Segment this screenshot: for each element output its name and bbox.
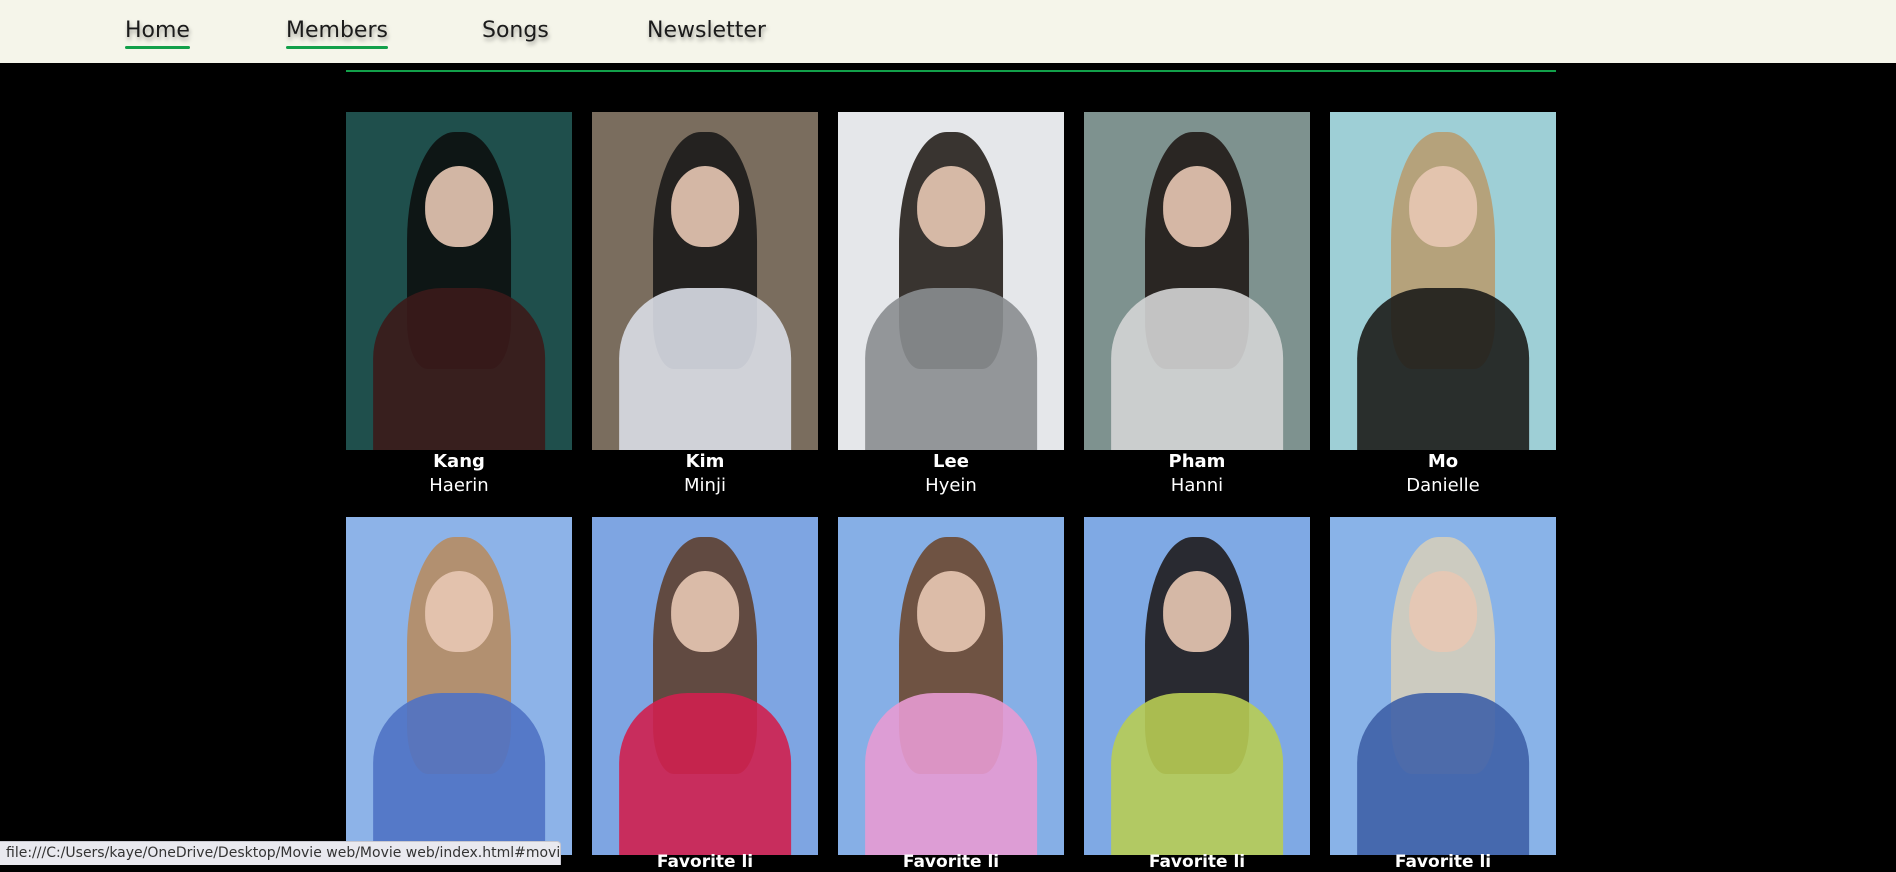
gallery-card[interactable]: [838, 517, 1064, 855]
section-divider: [346, 70, 1556, 72]
gallery-card[interactable]: [592, 517, 818, 855]
gallery-photo: [592, 517, 818, 855]
member-given-name: Hyein: [925, 475, 977, 496]
member-card[interactable]: Pham Hanni: [1084, 112, 1310, 498]
gallery-caption: Favorite li: [656, 852, 754, 872]
nav-members-link[interactable]: Members: [286, 18, 388, 49]
top-navbar: Home Members Songs Newsletter: [0, 0, 1896, 63]
gallery-caption: Favorite li: [902, 852, 1000, 872]
gallery-photo: [1084, 517, 1310, 855]
member-card[interactable]: Kang Haerin: [346, 112, 572, 498]
gallery-card[interactable]: [1084, 517, 1310, 855]
member-photo: [1084, 112, 1310, 450]
nav-songs-link[interactable]: Songs: [482, 18, 549, 43]
nav-home-link[interactable]: Home: [125, 18, 190, 49]
member-given-name: Haerin: [429, 475, 489, 496]
gallery-caption: Favorite li: [1394, 852, 1492, 872]
nav-newsletter-link[interactable]: Newsletter: [647, 18, 766, 43]
member-card[interactable]: Kim Minji: [592, 112, 818, 498]
member-family-name: Kang: [433, 451, 485, 472]
gallery-card[interactable]: [1330, 517, 1556, 855]
member-photo: [838, 112, 1064, 450]
member-family-name: Lee: [933, 451, 969, 472]
member-family-name: Mo: [1427, 451, 1459, 472]
member-family-name: Pham: [1168, 451, 1226, 472]
gallery-card[interactable]: [346, 517, 572, 855]
browser-status-url: file:///C:/Users/kaye/OneDrive/Desktop/M…: [0, 841, 561, 865]
member-card[interactable]: Mo Danielle: [1330, 112, 1556, 498]
member-card[interactable]: Lee Hyein: [838, 112, 1064, 498]
member-photo: [1330, 112, 1556, 450]
gallery-photo: [1330, 517, 1556, 855]
gallery-caption: Favorite li: [1148, 852, 1246, 872]
gallery-photo: [346, 517, 572, 855]
member-given-name: Danielle: [1406, 475, 1480, 496]
member-photo: [592, 112, 818, 450]
member-given-name: Minji: [684, 475, 726, 496]
member-given-name: Hanni: [1170, 475, 1224, 496]
member-family-name: Kim: [685, 451, 725, 472]
member-photo: [346, 112, 572, 450]
gallery-photo: [838, 517, 1064, 855]
